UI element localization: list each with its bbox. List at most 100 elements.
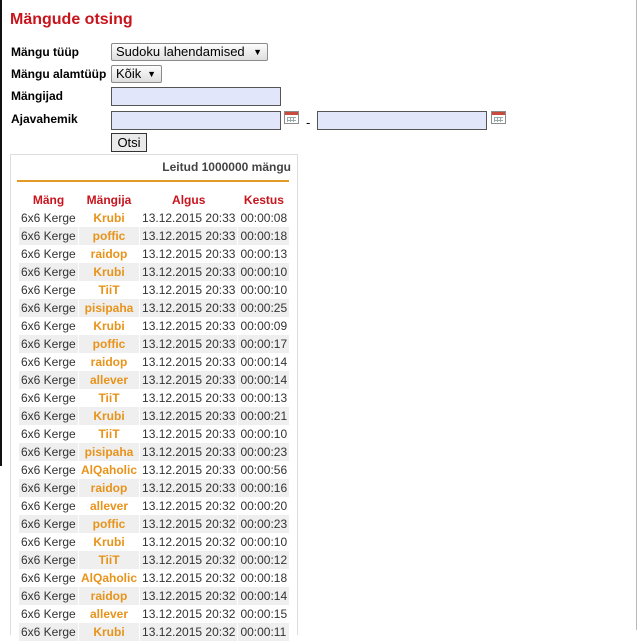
player-link[interactable]: TiiT: [79, 281, 140, 299]
duration-cell: 00:00:16: [238, 479, 290, 497]
table-row[interactable]: 6x6 Kerge AlQaholic 13.12.2015 20:32 00:00:…: [19, 569, 290, 587]
player-link[interactable]: Krubi: [79, 317, 140, 335]
players-input[interactable]: [111, 87, 281, 106]
duration-cell: 00:00:08: [238, 209, 290, 227]
table-row[interactable]: 6x6 Kerge raidop 13.12.2015 20:33 00:00:16: [19, 479, 290, 497]
player-link[interactable]: raidop: [79, 353, 140, 371]
search-button[interactable]: Otsi: [111, 133, 147, 152]
game-cell: 6x6 Kerge: [19, 371, 78, 389]
table-row[interactable]: 6x6 Kerge AlQaholic 13.12.2015 20:33 00:00:…: [19, 461, 290, 479]
start-cell: 13.12.2015 20:32: [140, 533, 238, 551]
page-left-border: [0, 0, 2, 466]
table-row[interactable]: 6x6 Kerge Krubi 13.12.2015 20:33 00:00:08: [19, 209, 290, 227]
player-link[interactable]: AlQaholic: [79, 569, 140, 587]
game-subtype-label: Mängu alamtüüp: [11, 67, 107, 81]
date-to-input[interactable]: [317, 111, 487, 130]
column-header-start[interactable]: Algus: [140, 191, 237, 209]
game-type-label: Mängu tüüp: [11, 45, 79, 59]
game-cell: 6x6 Kerge: [19, 479, 78, 497]
game-cell: 6x6 Kerge: [19, 407, 78, 425]
game-cell: 6x6 Kerge: [19, 443, 78, 461]
column-header-game[interactable]: Mäng: [19, 191, 78, 209]
game-cell: 6x6 Kerge: [19, 281, 78, 299]
player-link[interactable]: Krubi: [79, 533, 140, 551]
table-row[interactable]: 6x6 Kerge allever 13.12.2015 20:33 00:00:14: [19, 371, 290, 389]
start-cell: 13.12.2015 20:33: [140, 479, 238, 497]
player-link[interactable]: TiiT: [79, 551, 140, 569]
date-range-label: Ajavahemik: [11, 112, 78, 126]
player-link[interactable]: Krubi: [79, 407, 140, 425]
game-cell: 6x6 Kerge: [19, 569, 78, 587]
start-cell: 13.12.2015 20:33: [140, 425, 238, 443]
game-cell: 6x6 Kerge: [19, 263, 78, 281]
player-link[interactable]: allever: [79, 605, 140, 623]
game-cell: 6x6 Kerge: [19, 425, 78, 443]
player-link[interactable]: allever: [79, 497, 140, 515]
player-link[interactable]: TiiT: [79, 425, 140, 443]
table-row[interactable]: 6x6 Kerge raidop 13.12.2015 20:32 00:00:14: [19, 587, 290, 605]
table-row[interactable]: 6x6 Kerge allever 13.12.2015 20:32 00:00:15: [19, 605, 290, 623]
table-row[interactable]: 6x6 Kerge TiiT 13.12.2015 20:33 00:00:13: [19, 389, 290, 407]
player-link[interactable]: raidop: [79, 479, 140, 497]
calendar-icon[interactable]: [284, 111, 299, 124]
calendar-icon[interactable]: [491, 111, 506, 124]
results-table: Mäng Mängija Algus Kestus 6x6 Kerge Krubi…: [18, 191, 290, 641]
start-cell: 13.12.2015 20:33: [140, 443, 238, 461]
table-row[interactable]: 6x6 Kerge raidop 13.12.2015 20:33 00:00:13: [19, 245, 290, 263]
player-link[interactable]: Krubi: [79, 623, 140, 641]
duration-cell: 00:00:18: [238, 227, 290, 245]
start-cell: 13.12.2015 20:33: [140, 245, 238, 263]
table-row[interactable]: 6x6 Kerge Krubi 13.12.2015 20:32 00:00:10: [19, 533, 290, 551]
start-cell: 13.12.2015 20:33: [140, 389, 238, 407]
duration-cell: 00:00:20: [238, 497, 290, 515]
player-link[interactable]: AlQaholic: [79, 461, 140, 479]
game-type-select[interactable]: Sudoku lahendamised ▼: [111, 43, 268, 61]
player-link[interactable]: poffic: [79, 515, 140, 533]
start-cell: 13.12.2015 20:33: [140, 281, 238, 299]
player-link[interactable]: poffic: [79, 227, 140, 245]
date-from-input[interactable]: [111, 111, 281, 130]
table-row[interactable]: 6x6 Kerge pisipaha 13.12.2015 20:33 00:00:2…: [19, 443, 290, 461]
player-link[interactable]: TiiT: [79, 389, 140, 407]
table-row[interactable]: 6x6 Kerge poffic 13.12.2015 20:32 00:00:23: [19, 515, 290, 533]
table-row[interactable]: 6x6 Kerge poffic 13.12.2015 20:33 00:00:17: [19, 335, 290, 353]
duration-cell: 00:00:23: [238, 515, 290, 533]
game-subtype-select[interactable]: Kõik ▼: [111, 65, 162, 83]
start-cell: 13.12.2015 20:33: [140, 461, 238, 479]
table-row[interactable]: 6x6 Kerge Krubi 13.12.2015 20:32 00:00:11: [19, 623, 290, 641]
player-link[interactable]: allever: [79, 371, 140, 389]
table-row[interactable]: 6x6 Kerge Krubi 13.12.2015 20:33 00:00:10: [19, 263, 290, 281]
player-link[interactable]: pisipaha: [79, 299, 140, 317]
player-link[interactable]: Krubi: [79, 263, 140, 281]
results-count: Leitud 1000000 mängu: [162, 160, 291, 174]
game-cell: 6x6 Kerge: [19, 515, 78, 533]
player-link[interactable]: Krubi: [79, 209, 140, 227]
page-title: Mängude otsing: [10, 11, 133, 28]
table-row[interactable]: 6x6 Kerge TiiT 13.12.2015 20:33 00:00:10: [19, 425, 290, 443]
page-right-border: [636, 0, 637, 630]
table-row[interactable]: 6x6 Kerge TiiT 13.12.2015 20:32 00:00:12: [19, 551, 290, 569]
table-row[interactable]: 6x6 Kerge pisipaha 13.12.2015 20:33 00:00:2…: [19, 299, 290, 317]
duration-cell: 00:00:13: [238, 245, 290, 263]
game-cell: 6x6 Kerge: [19, 497, 78, 515]
player-link[interactable]: pisipaha: [79, 443, 140, 461]
player-link[interactable]: raidop: [79, 245, 140, 263]
table-row[interactable]: 6x6 Kerge poffic 13.12.2015 20:33 00:00:18: [19, 227, 290, 245]
game-cell: 6x6 Kerge: [19, 299, 78, 317]
table-row[interactable]: 6x6 Kerge Krubi 13.12.2015 20:33 00:00:21: [19, 407, 290, 425]
column-header-duration[interactable]: Kestus: [238, 191, 289, 209]
player-link[interactable]: poffic: [79, 335, 140, 353]
game-cell: 6x6 Kerge: [19, 605, 78, 623]
table-row[interactable]: 6x6 Kerge raidop 13.12.2015 20:33 00:00:14: [19, 353, 290, 371]
chevron-down-icon: ▼: [253, 47, 262, 57]
player-link[interactable]: raidop: [79, 587, 140, 605]
table-row[interactable]: 6x6 Kerge TiiT 13.12.2015 20:33 00:00:10: [19, 281, 290, 299]
game-cell: 6x6 Kerge: [19, 389, 78, 407]
results-panel: Leitud 1000000 mängu Mäng Mängija Algus …: [10, 154, 298, 641]
start-cell: 13.12.2015 20:32: [140, 515, 238, 533]
duration-cell: 00:00:09: [238, 317, 290, 335]
column-header-player[interactable]: Mängija: [79, 191, 139, 209]
table-row[interactable]: 6x6 Kerge allever 13.12.2015 20:32 00:00:20: [19, 497, 290, 515]
players-label: Mängijad: [11, 89, 64, 103]
table-row[interactable]: 6x6 Kerge Krubi 13.12.2015 20:33 00:00:09: [19, 317, 290, 335]
